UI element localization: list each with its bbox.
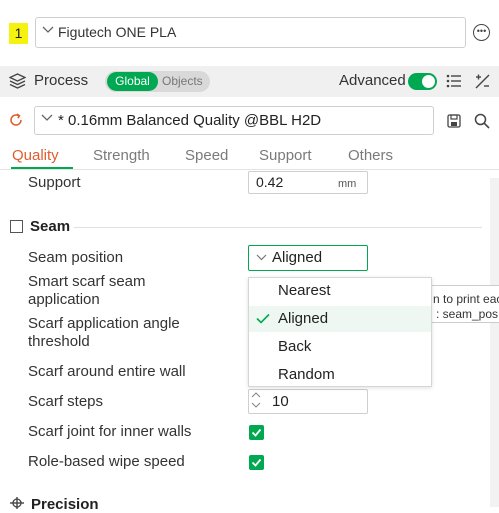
- settings-scrollbar[interactable]: [490, 178, 499, 507]
- compare-icon[interactable]: [474, 73, 491, 90]
- ellipsis-circle-icon[interactable]: •••: [473, 24, 490, 41]
- dropdown-option-label: Aligned: [278, 310, 329, 327]
- support-unit: mm: [338, 178, 357, 190]
- preset-name: * 0.16mm Balanced Quality @BBL H2D: [58, 112, 322, 129]
- dropdown-option-label: Random: [278, 366, 335, 383]
- tab-divider: [0, 169, 499, 170]
- advanced-switch-knob: [422, 75, 435, 88]
- tab-speed[interactable]: Speed: [185, 147, 228, 164]
- seam-section-divider: [74, 227, 482, 228]
- smart-scarf-label-line1: Smart scarf seam: [28, 273, 146, 290]
- scarf-angle-label-line2: threshold: [28, 333, 90, 350]
- seam-position-value: Aligned: [272, 249, 323, 266]
- dropdown-option-nearest[interactable]: [249, 278, 431, 304]
- save-icon[interactable]: [447, 114, 461, 128]
- advanced-label: Advanced: [339, 72, 406, 89]
- seam-section-title: Seam: [30, 218, 71, 235]
- seam-position-label: Seam position: [28, 249, 124, 266]
- dropdown-option-label: Back: [278, 338, 312, 355]
- scarf-steps-value: 10: [272, 393, 289, 410]
- toggle-global-option[interactable]: Global: [107, 72, 158, 91]
- checkmark-icon: [256, 313, 270, 324]
- role-wipe-speed-checkbox[interactable]: [249, 455, 264, 470]
- search-icon[interactable]: [474, 113, 490, 129]
- support-value: 0.42: [256, 174, 284, 190]
- dropdown-option-random[interactable]: [249, 362, 431, 388]
- filament-name: Figutech ONE PLA: [58, 24, 177, 40]
- toggle-objects-option[interactable]: Objects: [162, 72, 203, 91]
- tab-support[interactable]: Support: [259, 147, 312, 164]
- layers-icon: [9, 73, 26, 89]
- tooltip-line2: : seam_pos: [436, 307, 499, 321]
- precision-section-title: Precision: [31, 496, 99, 513]
- scarf-entire-wall-label: Scarf around entire wall: [28, 363, 186, 380]
- support-field-label: Support: [28, 174, 81, 191]
- refresh-icon[interactable]: [9, 113, 23, 127]
- tooltip-line1: n to print eac: [433, 292, 499, 306]
- checkmark-icon: [251, 458, 262, 467]
- chevron-down-icon: [256, 254, 267, 261]
- scarf-inner-walls-checkbox[interactable]: [249, 425, 264, 440]
- tab-strength[interactable]: Strength: [93, 147, 150, 164]
- filament-index-badge[interactable]: 1: [9, 23, 28, 44]
- scarf-steps-label: Scarf steps: [28, 393, 104, 410]
- scarf-steps-spinbox[interactable]: [248, 389, 368, 414]
- list-icon[interactable]: [446, 74, 462, 88]
- dropdown-option-aligned[interactable]: [249, 306, 431, 332]
- smart-scarf-label-line2: application: [28, 291, 100, 308]
- scarf-inner-walls-label: Scarf joint for inner walls: [28, 423, 192, 440]
- role-wipe-speed-label: Role-based wipe speed: [28, 453, 185, 470]
- chevron-down-icon: [41, 114, 53, 121]
- dropdown-option-label: Nearest: [278, 282, 331, 299]
- precision-section-icon: [10, 497, 24, 509]
- stepper-arrows-icon[interactable]: [251, 391, 261, 409]
- dropdown-option-back[interactable]: [249, 334, 431, 360]
- chevron-down-icon: [42, 26, 54, 33]
- checkmark-icon: [251, 428, 262, 437]
- seam-section-icon: [10, 220, 23, 233]
- scarf-angle-label-line1: Scarf application angle: [28, 315, 180, 332]
- tab-others[interactable]: Others: [348, 147, 393, 164]
- process-title: Process: [34, 72, 89, 89]
- tab-quality[interactable]: Quality: [12, 147, 59, 164]
